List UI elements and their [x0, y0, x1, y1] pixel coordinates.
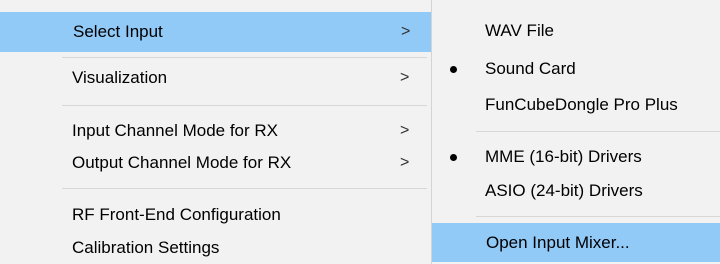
submenu-select-input: WAV File Sound Card FunCubeDongle Pro Pl… — [432, 0, 720, 264]
menu-separator — [62, 188, 427, 189]
chevron-right-icon: > — [401, 23, 411, 40]
menu-item-visualization[interactable]: Visualization > — [0, 58, 431, 98]
submenu-item-open-input-mixer[interactable]: Open Input Mixer... — [432, 223, 720, 262]
screenshot-stage: Select Input > Visualization > Input Cha… — [0, 0, 720, 264]
submenu-item-label: Sound Card — [485, 59, 576, 78]
menu-item-label: Visualization — [72, 68, 168, 87]
submenu-item-label: ASIO (24-bit) Drivers — [485, 181, 643, 200]
submenu-item-label: Open Input Mixer... — [486, 232, 630, 252]
chevron-right-icon: > — [400, 122, 410, 139]
submenu-item-asio-drivers[interactable]: ASIO (24-bit) Drivers — [432, 172, 720, 210]
chevron-right-icon: > — [400, 154, 410, 171]
submenu-item-label: MME (16-bit) Drivers — [485, 147, 642, 166]
submenu-item-sound-card[interactable]: Sound Card — [432, 50, 720, 88]
context-menu: Select Input > Visualization > Input Cha… — [0, 0, 432, 264]
menu-separator — [62, 105, 427, 106]
submenu-item-funcubedongle-pro-plus[interactable]: FunCubeDongle Pro Plus — [432, 86, 720, 124]
submenu-item-wav-file[interactable]: WAV File — [432, 12, 720, 50]
submenu-item-label: WAV File — [485, 21, 554, 40]
menu-item-label: Select Input — [73, 22, 163, 41]
menu-separator — [476, 216, 720, 217]
menu-separator — [476, 131, 720, 132]
menu-item-label: Calibration Settings — [72, 238, 220, 257]
menu-item-output-channel-mode[interactable]: Output Channel Mode for RX > — [0, 143, 431, 183]
menu-item-label: Input Channel Mode for RX — [72, 121, 279, 140]
menu-item-label: Output Channel Mode for RX — [72, 153, 292, 172]
menu-item-select-input[interactable]: Select Input > — [0, 12, 431, 52]
menu-item-label: RF Front-End Configuration — [72, 205, 281, 224]
chevron-right-icon: > — [400, 69, 410, 86]
submenu-item-label: FunCubeDongle Pro Plus — [485, 95, 678, 114]
submenu-item-mme-drivers[interactable]: MME (16-bit) Drivers — [432, 138, 720, 176]
radio-bullet-icon — [450, 66, 457, 73]
radio-bullet-icon — [450, 154, 457, 161]
menu-item-calibration-settings[interactable]: Calibration Settings — [0, 228, 431, 264]
